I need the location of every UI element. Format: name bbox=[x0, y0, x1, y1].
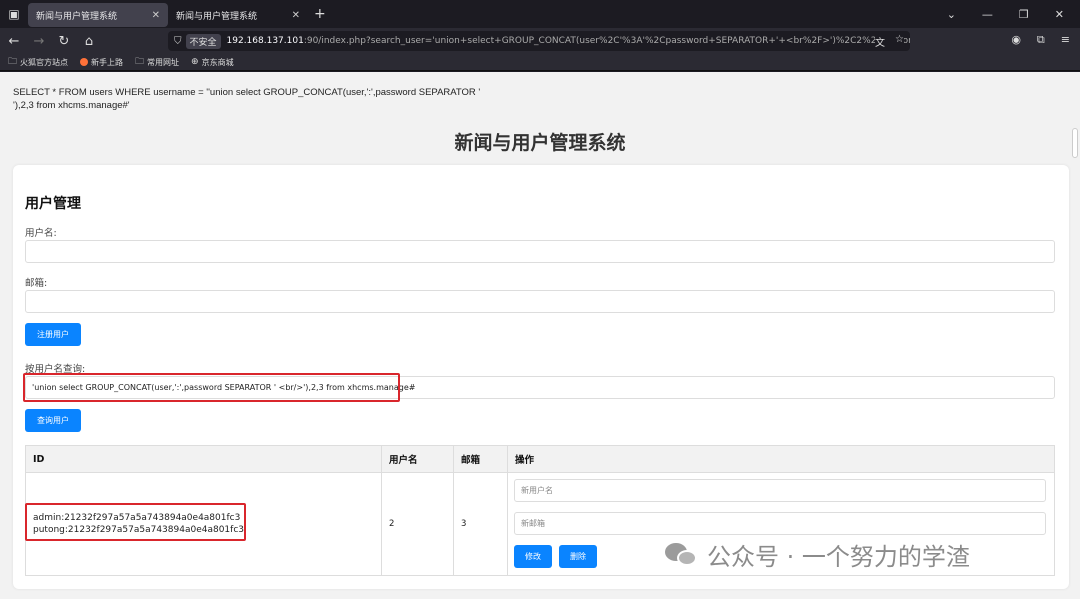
account-icon[interactable]: ◉ bbox=[1011, 33, 1021, 47]
username-cell: 2 bbox=[381, 472, 454, 576]
extensions-icon[interactable]: ⧉ bbox=[1037, 33, 1045, 47]
bookmarks-bar: 🗀 火狐官方站点 新手上路 🗀 常用网址 ⊕ 京东商城 bbox=[0, 54, 1080, 71]
url-bar[interactable]: ⛉ 不安全 192.168.137.101:90/index.php?searc… bbox=[168, 31, 910, 51]
tab-inactive[interactable]: 新闻与用户管理系统 ✕ bbox=[168, 3, 308, 27]
new-tab-icon[interactable]: + bbox=[314, 6, 326, 22]
page-title: 新闻与用户管理系统 bbox=[454, 132, 626, 154]
highlight-box bbox=[23, 373, 400, 402]
close-icon[interactable]: ✕ bbox=[292, 10, 300, 21]
bookmark-item[interactable]: 新手上路 bbox=[80, 57, 123, 68]
bookmark-star-icon[interactable]: ☆ bbox=[895, 34, 904, 49]
search-button[interactable]: 查询用户 bbox=[25, 409, 81, 432]
bookmark-item[interactable]: ⊕ 京东商城 bbox=[191, 57, 234, 68]
tab-title: 新闻与用户管理系统 bbox=[36, 11, 118, 22]
forward-icon[interactable]: → bbox=[28, 34, 50, 49]
sql-query-text: SELECT * FROM users WHERE username = ''u… bbox=[13, 87, 481, 111]
menu-icon[interactable]: ≡ bbox=[1061, 33, 1070, 47]
url-host: 192.168.137.101 bbox=[226, 36, 304, 46]
close-icon[interactable]: ✕ bbox=[152, 10, 160, 21]
restore-icon[interactable]: ❐ bbox=[1019, 8, 1029, 21]
wechat-icon bbox=[665, 541, 699, 569]
close-window-icon[interactable]: ✕ bbox=[1055, 8, 1064, 21]
reload-icon[interactable]: ↻ bbox=[53, 34, 75, 49]
username-label: 用户名: bbox=[25, 228, 57, 239]
url-path: :90/index.php?search_user='union+select+… bbox=[303, 36, 910, 46]
scrollbar[interactable] bbox=[1072, 128, 1078, 158]
tab-overview-icon[interactable]: ▣ bbox=[0, 0, 28, 28]
new-username-input[interactable]: 新用户名 bbox=[514, 479, 1046, 502]
column-header: 邮箱 bbox=[453, 445, 508, 473]
column-header: 操作 bbox=[507, 445, 1055, 473]
email-cell: 3 bbox=[453, 472, 508, 576]
window-controls: ⌄ — ❐ ✕ bbox=[947, 8, 1080, 21]
watermark-text: 公众号 · 一个努力的学渣 bbox=[707, 543, 970, 571]
page-content: SELECT * FROM users WHERE username = ''u… bbox=[0, 72, 1080, 599]
tab-active[interactable]: 新闻与用户管理系统 ✕ bbox=[28, 3, 168, 27]
nav-bar: ← → ↻ ⌂ ⛉ 不安全 192.168.137.101:90/index.p… bbox=[0, 28, 1080, 54]
column-header: ID bbox=[25, 445, 382, 473]
translate-icon[interactable]: 文 bbox=[875, 34, 885, 49]
home-icon[interactable]: ⌂ bbox=[78, 34, 100, 49]
minimize-icon[interactable]: — bbox=[982, 8, 993, 21]
folder-icon: 🗀 bbox=[8, 57, 18, 67]
tab-list-chevron-icon[interactable]: ⌄ bbox=[947, 8, 956, 21]
bookmark-item[interactable]: 🗀 常用网址 bbox=[135, 54, 179, 70]
shield-icon[interactable]: ⛉ bbox=[174, 36, 182, 47]
user-management-card: 用户管理 用户名: 邮箱: 注册用户 按用户名查询: 'union select… bbox=[13, 165, 1069, 589]
table-header-row: ID 用户名 邮箱 操作 bbox=[25, 445, 1055, 473]
highlight-box bbox=[25, 503, 246, 541]
section-title: 用户管理 bbox=[25, 196, 81, 212]
insecure-badge[interactable]: 不安全 bbox=[185, 33, 221, 49]
bookmark-item[interactable]: 🗀 火狐官方站点 bbox=[8, 54, 68, 70]
folder-icon: 🗀 bbox=[135, 57, 145, 67]
column-header: 用户名 bbox=[381, 445, 454, 473]
email-input[interactable] bbox=[25, 290, 1055, 313]
username-input[interactable] bbox=[25, 240, 1055, 263]
back-icon[interactable]: ← bbox=[3, 34, 25, 49]
tab-title: 新闻与用户管理系统 bbox=[176, 11, 258, 22]
register-button[interactable]: 注册用户 bbox=[25, 323, 81, 346]
delete-button[interactable]: 删除 bbox=[559, 545, 597, 568]
email-label: 邮箱: bbox=[25, 278, 48, 289]
edit-button[interactable]: 修改 bbox=[514, 545, 552, 568]
firefox-icon bbox=[80, 58, 89, 66]
tab-bar: ▣ 新闻与用户管理系统 ✕ 新闻与用户管理系统 ✕ + ⌄ — ❐ ✕ bbox=[0, 0, 1080, 28]
globe-icon: ⊕ bbox=[191, 57, 199, 67]
new-email-input[interactable]: 新邮箱 bbox=[514, 512, 1046, 535]
watermark: 公众号 · 一个努力的学渣 bbox=[665, 537, 970, 572]
